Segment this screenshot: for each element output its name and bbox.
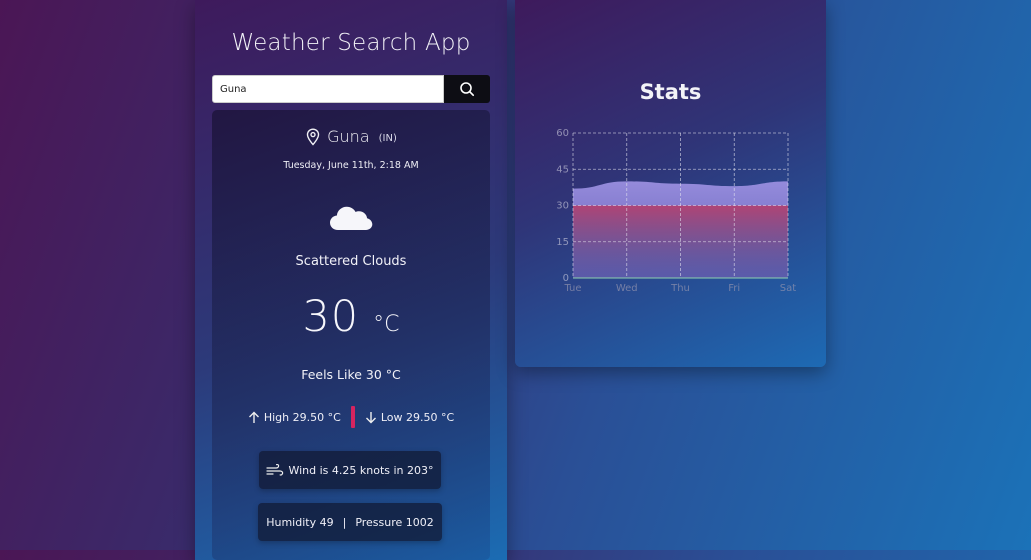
arrow-up-icon xyxy=(248,411,259,423)
wind-icon xyxy=(266,464,284,476)
y-tick-label: 60 xyxy=(556,128,569,139)
temperature-row: 30 °C xyxy=(212,292,490,342)
stats-title: Stats xyxy=(639,80,702,104)
country-code: (IN) xyxy=(378,132,397,144)
temperature-unit: °C xyxy=(373,312,400,337)
y-tick-label: 15 xyxy=(556,237,569,248)
wind-box: Wind is 4.25 knots in 203° xyxy=(259,451,441,489)
x-tick-label: Fri xyxy=(728,283,740,294)
search-input[interactable] xyxy=(212,75,444,103)
cloud-icon xyxy=(330,206,373,230)
city-name: Guna xyxy=(327,127,370,146)
temperature-value: 30 xyxy=(302,292,360,342)
pressure-text: Pressure 1002 xyxy=(355,515,434,529)
low-temp: Low 29.50 °C xyxy=(380,410,455,424)
separator: | xyxy=(342,515,347,529)
x-tick-label: Sat xyxy=(780,283,796,294)
high-temp: High 29.50 °C xyxy=(263,410,341,424)
location-pin-icon xyxy=(306,127,320,146)
arrow-down-icon xyxy=(365,411,376,423)
high-low-row: High 29.50 °C Low 29.50 °C xyxy=(212,406,490,428)
x-tick-label: Tue xyxy=(563,283,581,294)
humidity-pressure-box: Humidity 49 | Pressure 1002 xyxy=(258,503,442,541)
x-tick-label: Wed xyxy=(616,283,638,294)
search-icon xyxy=(460,82,475,97)
search-button[interactable] xyxy=(444,75,490,103)
search-panel: Weather Search App Guna (IN) Tuesday, Ju… xyxy=(195,0,507,560)
y-tick-label: 45 xyxy=(556,164,569,175)
wind-text: Wind is 4.25 knots in 203° xyxy=(288,463,434,477)
weather-description: Scattered Clouds xyxy=(295,254,407,269)
app-title: Weather Search App xyxy=(231,30,471,56)
stats-panel: Stats 0 15 30 45 60 Tue Wed Thu Fri Sat xyxy=(515,0,826,367)
stats-chart: 015304560Tue Wed Thu Fri Sat xyxy=(556,128,796,294)
humidity-text: Humidity 49 xyxy=(266,515,334,529)
feels-like: Feels Like 30 °C xyxy=(301,367,401,382)
location-row: Guna (IN) xyxy=(212,127,490,146)
y-tick-label: 30 xyxy=(556,201,569,212)
high-low-divider xyxy=(350,406,355,428)
weather-card: Guna (IN) Tuesday, June 11th, 2:18 AM Sc… xyxy=(212,110,490,560)
date-time: Tuesday, June 11th, 2:18 AM xyxy=(283,160,419,171)
x-tick-label: Thu xyxy=(670,283,690,294)
